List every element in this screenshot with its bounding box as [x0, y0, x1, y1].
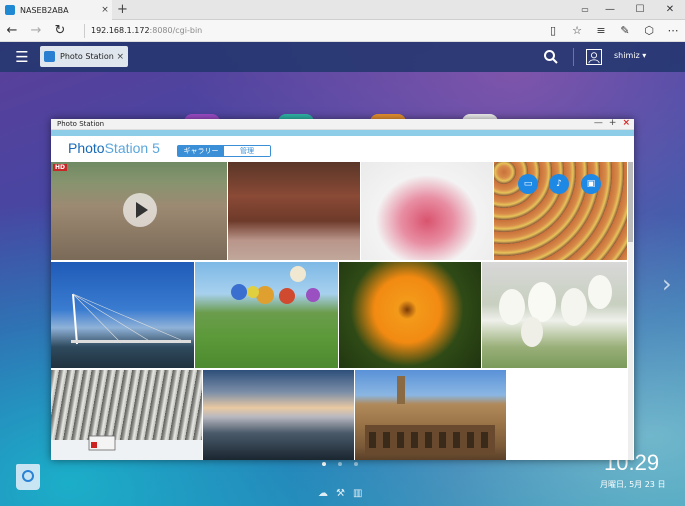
dock-icons: ☁ ⚒ ▥ [318, 488, 362, 499]
photo-station-icon [44, 51, 55, 62]
photo-grid-scrollbar[interactable] [628, 162, 633, 460]
username-dropdown[interactable]: shimiz ▾ [614, 51, 646, 60]
reading-view-icon[interactable]: ▯ [541, 24, 565, 37]
page-dot[interactable] [354, 462, 358, 466]
photo-grid: HD ▭ ♪ ▣ [51, 162, 627, 460]
next-page-arrow-icon[interactable]: › [662, 270, 672, 298]
tools-icon[interactable]: ⚒ [336, 488, 345, 499]
photo-thumbnail[interactable] [482, 262, 627, 368]
more-icon[interactable]: ⋯ [661, 24, 685, 37]
panel-icon[interactable]: ▥ [353, 488, 362, 499]
desktop-date: 月曜日, 5月 23 日 [600, 480, 666, 489]
main-menu-icon[interactable]: ☰ [12, 47, 32, 67]
window-titlebar[interactable]: Photo Station — + × [51, 118, 634, 130]
forward-arrow-icon[interactable]: → [24, 23, 48, 38]
new-tab-button[interactable]: + [117, 2, 128, 17]
refresh-icon[interactable]: ↻ [48, 23, 72, 38]
snow-scene-shape [51, 435, 202, 460]
page-indicator [322, 462, 358, 466]
app-toolbar: PhotoStation 5 ギャラリー 管理 [51, 136, 634, 162]
taskbar-divider [573, 48, 574, 66]
maximize-button[interactable]: ☐ [625, 0, 655, 20]
scrollbar-thumb[interactable] [628, 162, 633, 242]
photo-thumbnail[interactable] [355, 370, 506, 460]
recycle-symbol [22, 470, 34, 482]
photo-thumbnail[interactable] [361, 162, 493, 260]
qts-taskbar: ☰ Photo Station × shimiz ▾ [0, 42, 685, 72]
qnap-favicon-icon [5, 5, 15, 15]
photo-thumbnail[interactable] [203, 370, 354, 460]
url-path: :8080/cgi-bin [149, 25, 203, 35]
browser-tab[interactable]: NASEB2ABA × [0, 0, 112, 20]
url-field[interactable]: 192.168.1.172:8080/cgi-bin [84, 23, 541, 38]
window-title: Photo Station [57, 120, 105, 128]
photo-thumbnail-video[interactable]: HD [51, 162, 227, 260]
favorite-star-icon[interactable]: ☆ [565, 24, 589, 37]
minimize-button[interactable]: — [595, 0, 625, 20]
alhambra-shape [365, 376, 495, 455]
user-avatar-icon[interactable] [586, 49, 602, 65]
play-to-monitor-icon[interactable]: ▭ [518, 174, 538, 194]
share-icon[interactable]: ⬡ [637, 24, 661, 37]
window-controls: — + × [594, 118, 630, 128]
window-controls: ▭ — ☐ ✕ [575, 0, 685, 20]
tulips-shape [499, 275, 612, 347]
logo-photo: Photo [68, 140, 105, 156]
window-minimize-button[interactable]: — [594, 118, 603, 128]
tab-list-button[interactable]: ▭ [575, 0, 595, 20]
photo-thumbnail[interactable] [51, 262, 194, 368]
manage-mode-button[interactable]: 管理 [224, 146, 270, 156]
photo-station-window: Photo Station — + × PhotoStation 5 ギャラリー… [51, 118, 634, 460]
browser-titlebar: NASEB2ABA × + ▭ — ☐ ✕ [0, 0, 685, 20]
logo-station: Station 5 [104, 140, 160, 156]
taskbar-app-label: Photo Station [60, 52, 114, 61]
taskbar-app-close-icon[interactable]: × [116, 52, 124, 62]
hd-badge: HD [53, 164, 68, 171]
search-icon[interactable] [542, 48, 560, 66]
url-host: 192.168.1.172 [91, 25, 150, 35]
web-note-icon[interactable]: ✎ [613, 24, 637, 37]
page-dot[interactable] [338, 462, 342, 466]
taskbar-app-photo-station[interactable]: Photo Station × [40, 46, 128, 67]
recycle-bin-icon[interactable] [16, 464, 40, 490]
bridge-shape [71, 293, 191, 345]
back-arrow-icon[interactable]: ← [0, 23, 24, 38]
photo-thumbnail[interactable] [228, 162, 360, 260]
photo-thumbnail[interactable] [339, 262, 481, 368]
window-close-button[interactable]: × [622, 118, 630, 128]
close-window-button[interactable]: ✕ [655, 0, 685, 20]
browser-tab-title: NASEB2ABA [20, 5, 69, 15]
play-music-icon[interactable]: ♪ [549, 174, 569, 194]
photo-thumbnail[interactable] [51, 370, 202, 460]
slideshow-icon[interactable]: ▣ [581, 174, 601, 194]
gallery-mode-button[interactable]: ギャラリー [178, 146, 224, 156]
photo-thumbnail[interactable]: ▭ ♪ ▣ [494, 162, 627, 260]
tab-close-icon[interactable]: × [98, 5, 112, 15]
mode-switch: ギャラリー 管理 [177, 145, 271, 157]
window-maximize-button[interactable]: + [609, 118, 617, 128]
hub-icon[interactable]: ≡ [589, 24, 613, 37]
app-logo: PhotoStation 5 [68, 140, 160, 156]
photo-thumbnail[interactable] [195, 262, 338, 368]
balloons-shape [231, 266, 320, 304]
cloud-icon[interactable]: ☁ [318, 488, 328, 499]
play-icon[interactable] [123, 193, 157, 227]
address-toolbar: ← → ↻ 192.168.1.172:8080/cgi-bin ▯ ☆ ≡ ✎… [0, 20, 685, 42]
page-dot[interactable] [322, 462, 326, 466]
